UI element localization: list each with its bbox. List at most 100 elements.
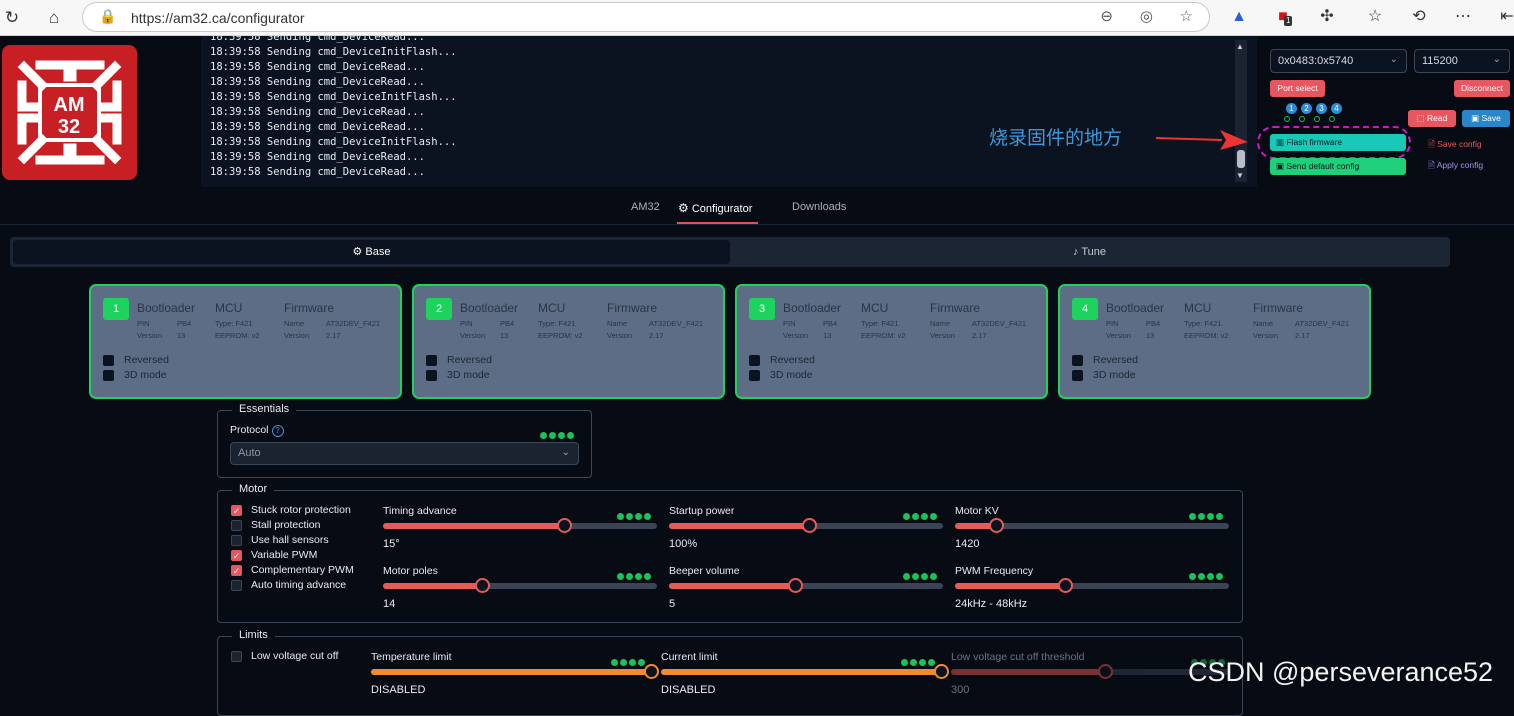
slider-knob[interactable] bbox=[989, 518, 1005, 533]
motor-checkbox[interactable]: ✓ bbox=[231, 505, 242, 516]
active-tab-underline bbox=[677, 222, 758, 224]
slider-label: Timing advance bbox=[383, 505, 457, 517]
slider-track[interactable] bbox=[661, 664, 949, 679]
console-scrollbar[interactable]: ▲ ▼ bbox=[1235, 40, 1247, 182]
motor-checkbox[interactable]: ✓ bbox=[231, 565, 242, 576]
low-voltage-checkbox[interactable] bbox=[231, 651, 242, 662]
slider-track[interactable] bbox=[383, 578, 657, 593]
3d-mode-label: 3D mode bbox=[1093, 369, 1136, 381]
esc-sync-dots bbox=[540, 426, 576, 439]
esc-number-badge[interactable]: 2 bbox=[1301, 103, 1312, 114]
baud-select[interactable]: 115200 ⌄ bbox=[1414, 49, 1510, 73]
reversed-label: Reversed bbox=[770, 354, 815, 366]
reversed-checkbox[interactable] bbox=[426, 355, 437, 366]
help-icon[interactable]: ? bbox=[271, 425, 284, 437]
send-default-config-button[interactable]: ▣ Send default config bbox=[1270, 158, 1406, 175]
slider-knob[interactable] bbox=[801, 518, 817, 533]
scroll-up-icon[interactable]: ▲ bbox=[1236, 42, 1244, 51]
scroll-down-icon[interactable]: ▼ bbox=[1236, 171, 1244, 180]
log-console[interactable]: 18:39:58 Sending cmd_DeviceRead... 18:39:… bbox=[201, 36, 1257, 187]
motor-checkbox-label: Complementary PWM bbox=[251, 564, 354, 576]
slider-label: Motor poles bbox=[383, 565, 438, 577]
3d-mode-checkbox[interactable] bbox=[426, 370, 437, 381]
read-button[interactable]: ⬚ Read bbox=[1408, 110, 1456, 127]
mcu-type: Type: F421 bbox=[861, 319, 899, 328]
reversed-checkbox[interactable] bbox=[103, 355, 114, 366]
port-select-button[interactable]: Port select bbox=[1270, 80, 1325, 97]
tab-base-label: Base bbox=[365, 246, 391, 258]
disconnect-button[interactable]: Disconnect bbox=[1454, 80, 1510, 97]
more-menu-icon[interactable]: ⋯ bbox=[1452, 6, 1474, 28]
zoom-icon[interactable]: ⊖ bbox=[1100, 7, 1113, 25]
slider-knob[interactable] bbox=[788, 578, 804, 593]
history-icon[interactable]: ⟲ bbox=[1408, 6, 1430, 28]
gear-icon: ⚙ bbox=[352, 246, 363, 258]
esc-number-badge[interactable]: 3 bbox=[1316, 103, 1327, 114]
tab-downloads[interactable]: Downloads bbox=[792, 201, 846, 213]
slider-knob[interactable] bbox=[644, 664, 659, 679]
flash-firmware-label: Flash firmware bbox=[1286, 137, 1343, 147]
slider-track[interactable] bbox=[383, 518, 657, 533]
mcu-type: Type: F421 bbox=[1184, 319, 1222, 328]
reversed-checkbox[interactable] bbox=[749, 355, 760, 366]
esc-status-dot bbox=[1284, 116, 1290, 122]
reload-icon[interactable]: ↻ bbox=[0, 6, 24, 30]
browser-toolbar: ↻ ⌂ 🔒 https://am32.ca/configurator ⊖ ◎ ☆… bbox=[0, 0, 1514, 36]
3d-mode-checkbox[interactable] bbox=[103, 370, 114, 381]
home-icon[interactable]: ⌂ bbox=[42, 6, 66, 30]
favorite-star-icon[interactable]: ☆ bbox=[1180, 7, 1193, 25]
bootloader-heading: Bootloader bbox=[460, 301, 519, 315]
port-value: 0x0483:0x5740 bbox=[1278, 55, 1354, 67]
slider-knob[interactable] bbox=[474, 578, 490, 593]
apply-config-label: Apply config bbox=[1436, 160, 1484, 170]
extension-triangle-icon[interactable]: ▲ bbox=[1228, 6, 1250, 28]
reversed-checkbox[interactable] bbox=[1072, 355, 1083, 366]
3d-mode-checkbox[interactable] bbox=[1072, 370, 1083, 381]
esc-sync-dots bbox=[903, 507, 939, 520]
slider-track[interactable] bbox=[669, 518, 943, 533]
mcu-heading: MCU bbox=[861, 301, 889, 315]
tab-configurator[interactable]: ⚙ Configurator bbox=[678, 201, 752, 215]
bootloader-heading: Bootloader bbox=[783, 301, 842, 315]
pin-label: PIN bbox=[783, 319, 796, 328]
save-button[interactable]: ▣ Save bbox=[1462, 110, 1510, 127]
apply-config-link[interactable]: 🗎 Apply config bbox=[1428, 160, 1483, 174]
slider-track[interactable] bbox=[955, 578, 1229, 593]
tab-tune[interactable]: ♪ Tune bbox=[732, 240, 1447, 264]
esc-number-badge[interactable]: 4 bbox=[1331, 103, 1342, 114]
refresh-page-icon[interactable]: ◎ bbox=[1140, 7, 1153, 25]
limits-legend: Limits bbox=[232, 629, 275, 641]
slider-knob[interactable] bbox=[1057, 578, 1073, 593]
slider-fill bbox=[951, 669, 1105, 675]
reversed-label: Reversed bbox=[124, 354, 169, 366]
flash-firmware-button[interactable]: ▥ Flash firmware bbox=[1270, 134, 1406, 151]
slider-knob[interactable] bbox=[556, 518, 572, 533]
slider-track[interactable] bbox=[371, 664, 659, 679]
slider-knob[interactable] bbox=[1098, 664, 1113, 679]
extensions-puzzle-icon[interactable]: ✣ bbox=[1316, 6, 1338, 28]
save-config-link[interactable]: 🗎 Save config bbox=[1428, 139, 1482, 153]
mcu-heading: MCU bbox=[215, 301, 243, 315]
mcu-eeprom: EEPROM: v2 bbox=[215, 331, 260, 340]
tab-am32[interactable]: AM32 bbox=[631, 201, 660, 213]
motor-checkbox[interactable] bbox=[231, 580, 242, 591]
3d-mode-checkbox[interactable] bbox=[749, 370, 760, 381]
favorites-icon[interactable]: ☆ bbox=[1364, 6, 1386, 28]
motor-checkbox[interactable] bbox=[231, 520, 242, 531]
tab-base[interactable]: ⚙ Base bbox=[13, 240, 730, 264]
scroll-thumb[interactable] bbox=[1237, 150, 1245, 168]
extension-badge-icon[interactable]: ■ 1 bbox=[1272, 6, 1294, 28]
motor-checkbox[interactable] bbox=[231, 535, 242, 546]
reversed-label: Reversed bbox=[1093, 354, 1138, 366]
port-select[interactable]: 0x0483:0x5740 ⌄ bbox=[1270, 49, 1407, 73]
slider-track[interactable] bbox=[669, 578, 943, 593]
sidebar-icon[interactable]: ⇤ bbox=[1496, 6, 1514, 28]
address-bar[interactable]: 🔒 https://am32.ca/configurator ⊖ ◎ ☆ bbox=[82, 2, 1210, 32]
slider-track[interactable] bbox=[955, 518, 1229, 533]
esc-number-badge[interactable]: 1 bbox=[1286, 103, 1297, 114]
protocol-select[interactable]: Auto ⌄ bbox=[230, 442, 579, 465]
motor-checkbox[interactable]: ✓ bbox=[231, 550, 242, 561]
slider-knob[interactable] bbox=[934, 664, 949, 679]
save-config-label: Save config bbox=[1437, 139, 1482, 149]
esc-card: 4 Bootloader MCU Firmware PIN PB4 Version 13 Typ… bbox=[1058, 284, 1371, 399]
